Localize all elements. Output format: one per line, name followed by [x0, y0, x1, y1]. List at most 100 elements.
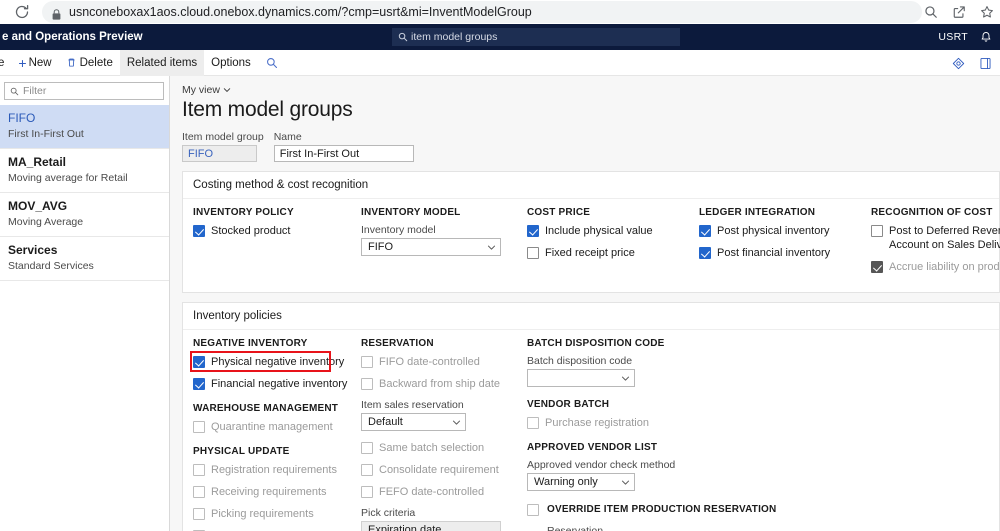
view-selector[interactable]: My view: [182, 84, 1000, 96]
column-ledger-integration: LEDGER INTEGRATION Post physical invento…: [699, 207, 871, 282]
bookmark-star-icon[interactable]: [980, 5, 994, 19]
share-icon[interactable]: [952, 5, 966, 19]
reload-icon[interactable]: [14, 4, 30, 20]
checkbox-same-batch-selection[interactable]: Same batch selection: [361, 441, 527, 455]
column-batch-vendor-approved: BATCH DISPOSITION CODE Batch disposition…: [527, 338, 827, 531]
checkbox-icon: [193, 464, 205, 476]
user-initials[interactable]: USRT: [938, 31, 968, 43]
toolbar-item-save-label: e: [0, 56, 5, 69]
section-body: NEGATIVE INVENTORY Physical negative inv…: [183, 330, 999, 531]
select-approved-vendor-check-method-value: Warning only: [534, 476, 598, 488]
checkbox-label: Picking requirements: [211, 508, 314, 520]
input-pick-criteria[interactable]: Expiration date: [361, 521, 501, 531]
section-inventory-policies: Inventory policies NEGATIVE INVENTORY Ph…: [182, 302, 1000, 531]
checkbox-registration-requirements[interactable]: Registration requirements: [193, 463, 361, 477]
checkbox-post-to-deferred-revenue[interactable]: Post to Deferred Revenue Account on Sale…: [871, 224, 1000, 252]
header-fields: Item model group FIFO Name First In-Firs…: [182, 131, 1000, 162]
checkbox-icon: [193, 225, 205, 237]
checkbox-label: Purchase registration: [545, 417, 649, 429]
label-pick-criteria: Pick criteria: [361, 507, 416, 519]
checkbox-label: Accrue liability on product receipt: [889, 261, 1000, 273]
field-label: Item model group: [182, 131, 264, 143]
select-item-sales-reservation-value: Default: [368, 416, 403, 428]
checkbox-icon: [193, 508, 205, 520]
address-bar[interactable]: usnconeboxax1aos.cloud.onebox.dynamics.c…: [42, 1, 922, 23]
checkbox-quarantine-management[interactable]: Quarantine management: [193, 420, 361, 434]
name-input[interactable]: First In-First Out: [273, 145, 414, 162]
select-item-sales-reservation[interactable]: Default: [361, 413, 466, 431]
toolbar-search-button[interactable]: [258, 50, 286, 76]
toolbar-item-related-items[interactable]: Related items: [119, 49, 205, 76]
bell-icon[interactable]: [980, 31, 992, 43]
checkbox-label: Backward from ship date: [379, 378, 501, 390]
checkbox-icon: [361, 442, 373, 454]
checkbox-purchase-registration[interactable]: Purchase registration: [527, 416, 827, 430]
checkbox-picking-requirements[interactable]: Picking requirements: [193, 507, 361, 521]
column-negative-inventory: NEGATIVE INVENTORY Physical negative inv…: [190, 338, 361, 531]
diamond-help-icon[interactable]: [952, 57, 965, 70]
checkbox-icon: [527, 225, 539, 237]
checkbox-fefo-date-controlled[interactable]: FEFO date-controlled: [361, 485, 527, 499]
checkbox-label: Post physical inventory: [717, 225, 830, 237]
toolbar-item-new[interactable]: + New: [11, 50, 58, 76]
search-icon: [266, 57, 277, 68]
checkbox-include-physical-value[interactable]: Include physical value: [527, 224, 699, 238]
checkbox-label: Include physical value: [545, 225, 653, 237]
checkbox-label: OVERRIDE ITEM PRODUCTION RESERVATION: [547, 504, 777, 515]
chevron-down-icon: [621, 376, 630, 381]
label-approved-vendor-check-method: Approved vendor check method: [527, 459, 676, 471]
select-approved-vendor-check-method[interactable]: Warning only: [527, 473, 635, 491]
checkbox-icon: [361, 464, 373, 476]
checkbox-post-financial-inventory[interactable]: Post financial inventory: [699, 246, 871, 260]
select-batch-disposition-code[interactable]: [527, 369, 635, 387]
toolbar-item-delete-label: Delete: [79, 56, 113, 69]
group-title-reservation: RESERVATION: [361, 338, 434, 349]
section-header[interactable]: Inventory policies: [183, 303, 999, 330]
checkbox-post-physical-inventory[interactable]: Post physical inventory: [699, 224, 871, 238]
search-icon[interactable]: [924, 5, 938, 19]
group-override-item-production-reservation: OVERRIDE ITEM PRODUCTION RESERVATION Res…: [527, 503, 827, 531]
list-item-subtitle: Moving average for Retail: [8, 172, 128, 184]
checkbox-icon: [871, 261, 883, 273]
toolbar-item-save[interactable]: e: [0, 50, 11, 76]
checkbox-label: Same batch selection: [379, 442, 485, 454]
toolbar-item-options[interactable]: Options: [204, 50, 258, 76]
checkbox-financial-negative-inventory[interactable]: Financial negative inventory: [193, 377, 361, 391]
list-item[interactable]: Services Standard Services: [0, 237, 169, 281]
toolbar-item-new-label: New: [28, 56, 52, 69]
checkbox-override-item-production-reservation[interactable]: OVERRIDE ITEM PRODUCTION RESERVATION: [527, 503, 827, 517]
item-model-group-input[interactable]: FIFO: [182, 145, 257, 162]
field-name: Name First In-First Out: [273, 131, 414, 162]
list-item[interactable]: MOV_AVG Moving Average: [0, 193, 169, 237]
list-item-title: Services: [8, 243, 58, 257]
group-title-batch-disposition-code: BATCH DISPOSITION CODE: [527, 338, 665, 349]
section-body: INVENTORY POLICY Stocked product INVENTO…: [183, 199, 1000, 292]
checkbox-consolidate-requirement[interactable]: Consolidate requirement: [361, 463, 527, 477]
checkbox-icon: [871, 225, 883, 237]
checkbox-icon: [193, 378, 205, 390]
global-search-box[interactable]: item model groups: [392, 28, 680, 46]
checkbox-label: FEFO date-controlled: [379, 486, 485, 498]
checkbox-receiving-requirements[interactable]: Receiving requirements: [193, 485, 361, 499]
checkbox-accrue-liability-on-product-receipt[interactable]: Accrue liability on product receipt: [871, 260, 1000, 274]
url-text: usnconeboxax1aos.cloud.onebox.dynamics.c…: [69, 5, 532, 19]
select-inventory-model[interactable]: FIFO: [361, 238, 501, 256]
section-header[interactable]: Costing method & cost recognition: [183, 172, 999, 199]
chevron-down-icon: [487, 245, 496, 250]
checkbox-fixed-receipt-price[interactable]: Fixed receipt price: [527, 246, 699, 260]
group-title-cost-price: COST PRICE: [527, 207, 591, 218]
filter-placeholder: Filter: [23, 85, 47, 97]
list-item[interactable]: MA_Retail Moving average for Retail: [0, 149, 169, 193]
checkbox-backward-from-ship-date[interactable]: Backward from ship date: [361, 377, 527, 391]
list-item[interactable]: FIFO First In-First Out: [0, 105, 169, 149]
checkbox-stocked-product[interactable]: Stocked product: [193, 224, 361, 238]
page-panel-icon[interactable]: [979, 57, 992, 70]
list-item-title: MA_Retail: [8, 155, 67, 169]
toolbar-item-related-items-label: Related items: [126, 56, 198, 69]
filter-input[interactable]: Filter: [4, 82, 164, 100]
checkbox-label: Financial negative inventory: [211, 378, 348, 390]
checkbox-label: Quarantine management: [211, 421, 333, 433]
checkbox-fifo-date-controlled[interactable]: FIFO date-controlled: [361, 355, 527, 369]
checkbox-physical-negative-inventory[interactable]: Physical negative inventory: [190, 351, 361, 372]
toolbar-item-delete[interactable]: Delete: [59, 50, 120, 76]
